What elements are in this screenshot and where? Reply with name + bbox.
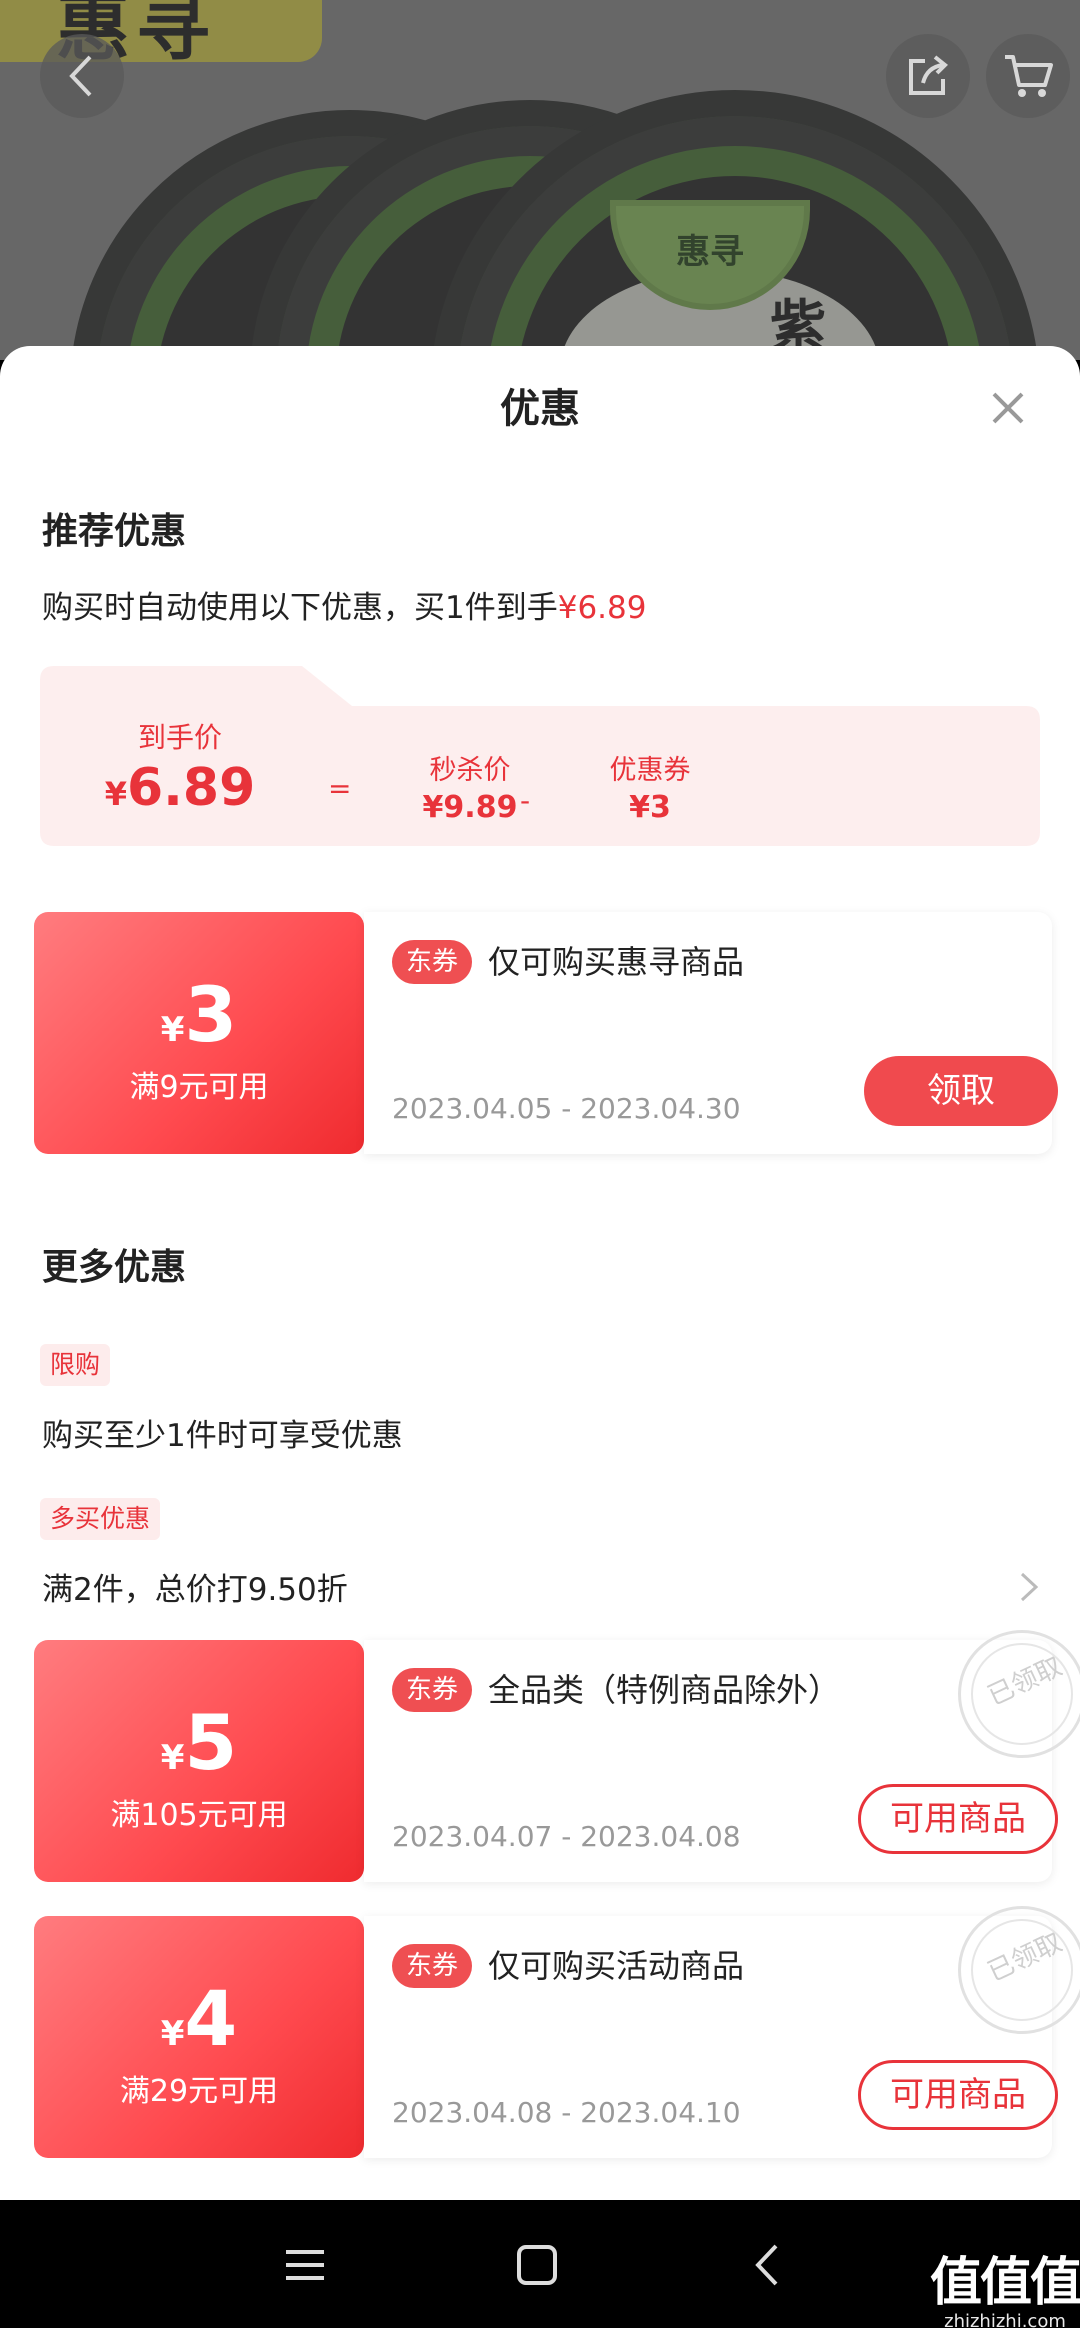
cart-icon <box>1005 55 1053 97</box>
coupon-desc: 仅可购买活动商品 <box>488 1947 745 1985</box>
discount-sheet: 优惠 推荐优惠 购买时自动使用以下优惠，买1件到手¥6.89 到手价 ¥6.89… <box>0 346 1080 2200</box>
coupon-amount: ¥5 <box>34 1698 364 1787</box>
share-icon <box>909 55 948 95</box>
coupon-amount-value: 5 <box>184 1698 238 1787</box>
coupon-info: 已领取 东券 仅可购买活动商品 2023.04.08 - 2023.04.10 … <box>364 1906 1080 2158</box>
coupon-amount-panel: ¥4 满29元可用 <box>34 1916 364 2158</box>
coupon-tag: 东券 <box>392 940 473 984</box>
coupon-condition: 满105元可用 <box>110 1798 288 1833</box>
flash-price-value: ¥9.89 <box>422 790 518 825</box>
eligible-goods-button[interactable]: 可用商品 <box>858 1784 1058 1854</box>
coupon-label: 优惠券 <box>609 755 691 786</box>
system-nav-bar <box>0 2200 1080 2328</box>
final-price-label: 到手价 <box>137 721 222 754</box>
limit-chip: 限购 <box>40 1344 111 1386</box>
claimed-stamp-text: 已领取 <box>983 1927 1067 1988</box>
multi-buy-text[interactable]: 满2件，总价打9.50折 <box>42 1564 348 1609</box>
back-nav-icon[interactable] <box>744 2240 794 2290</box>
menu-icon[interactable] <box>280 2240 330 2290</box>
chevron-right-icon[interactable] <box>1018 1570 1040 1604</box>
final-price-yen: ¥ <box>104 775 127 813</box>
sheet-title: 优惠 <box>500 386 580 432</box>
coupon-info: 已领取 东券 全品类（特例商品除外） 2023.04.07 - 2023.04.… <box>364 1630 1080 1882</box>
home-icon[interactable] <box>512 2240 562 2290</box>
watermark-url: zhizhizhi.com <box>944 2311 1066 2328</box>
claimed-stamp: 已领取 <box>958 1906 1080 2034</box>
watermark-logo: 值值值 <box>930 2253 1080 2313</box>
recommend-desc-text: 购买时自动使用以下优惠，买1件到手 <box>42 590 558 626</box>
coupon-yen: ¥ <box>160 1738 185 1778</box>
price-breakdown: 到手价 ¥6.89 = 秒杀价 ¥9.89 - 优惠券 ¥3 <box>40 666 1040 846</box>
more-title: 更多优惠 <box>42 1247 187 1288</box>
limit-text: 购买至少1件时可享受优惠 <box>42 1418 403 1454</box>
coupon-card: ¥3 满9元可用 东券 仅可购买惠寻商品 2023.04.05 - 2023.0… <box>34 912 1058 1154</box>
recommend-title: 推荐优惠 <box>42 511 187 552</box>
final-price-value: 6.89 <box>126 758 256 818</box>
coupon-desc: 仅可购买惠寻商品 <box>488 943 745 981</box>
coupon-yen: ¥ <box>160 1010 185 1050</box>
price-box-bg <box>40 666 1040 846</box>
coupon-amount-value: 3 <box>184 970 238 1059</box>
recommend-desc: 购买时自动使用以下优惠，买1件到手¥6.89 <box>42 582 646 627</box>
coupon-info: 东券 仅可购买惠寻商品 2023.04.05 - 2023.04.30 领取 <box>364 912 1058 1154</box>
equals-sign: = <box>328 772 352 805</box>
close-icon[interactable] <box>986 386 1030 430</box>
coupon-condition: 满9元可用 <box>129 1070 269 1105</box>
coupon-date: 2023.04.05 - 2023.04.30 <box>392 1092 741 1125</box>
coupon-date: 2023.04.08 - 2023.04.10 <box>392 2096 741 2129</box>
coupon-amount-panel: ¥5 满105元可用 <box>34 1640 364 1882</box>
multi-buy-chip: 多买优惠 <box>40 1498 161 1540</box>
coupon-amount: ¥4 <box>34 1974 364 2063</box>
coupon-value: ¥3 <box>629 790 671 825</box>
claimed-stamp: 已领取 <box>958 1630 1080 1758</box>
eligible-goods-button[interactable]: 可用商品 <box>858 2060 1058 2130</box>
coupon-card: ¥5 满105元可用 已领取 东券 全品类（特例商品除外） 2023.04.07… <box>34 1630 1080 1882</box>
flash-price-label: 秒杀价 <box>429 755 511 786</box>
coupon-date: 2023.04.07 - 2023.04.08 <box>392 1820 741 1853</box>
coupon-amount: ¥3 <box>34 970 364 1059</box>
minus-sign: - <box>520 784 531 817</box>
claim-button[interactable]: 领取 <box>864 1056 1058 1126</box>
claimed-stamp-text: 已领取 <box>983 1651 1067 1712</box>
coupon-desc: 全品类（特例商品除外） <box>488 1671 841 1709</box>
coupon-tag: 东券 <box>392 1944 473 1988</box>
final-price: ¥6.89 <box>80 758 280 818</box>
watermark: 值值值 zhizhizhi.com <box>930 2240 1080 2328</box>
product-image: 惠寻 紫 惠寻 <box>0 0 1080 360</box>
coupon-yen: ¥ <box>160 2014 185 2054</box>
coupon-tag: 东券 <box>392 1668 473 1712</box>
coupon-amount-value: 4 <box>184 1974 238 2063</box>
coupon-amount-panel: ¥3 满9元可用 <box>34 912 364 1154</box>
cart-button[interactable] <box>986 34 1070 118</box>
coupon-condition: 满29元可用 <box>119 2074 279 2109</box>
recommend-desc-price: ¥6.89 <box>557 590 647 626</box>
chevron-left-icon <box>69 55 92 97</box>
coupon-card: ¥4 满29元可用 已领取 东券 仅可购买活动商品 2023.04.08 - 2… <box>34 1906 1080 2158</box>
share-button[interactable] <box>886 34 970 118</box>
back-button[interactable] <box>40 34 124 118</box>
